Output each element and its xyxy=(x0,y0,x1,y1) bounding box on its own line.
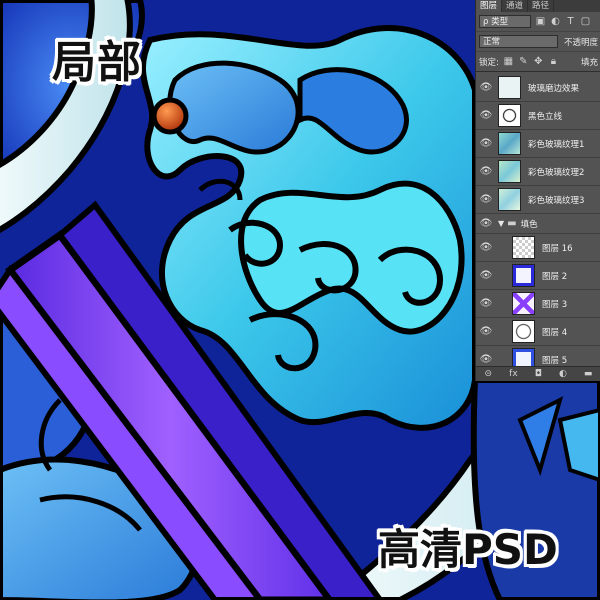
eye-icon[interactable]: 👁︎ xyxy=(476,166,496,177)
filter-row: ρ 类型 ▣ ◐ T ▢ xyxy=(476,12,600,32)
panel-tabs: 图层 通道 路径 xyxy=(476,0,600,12)
layer-row[interactable]: 👁︎ 图层 5 xyxy=(476,346,600,367)
adjustment-filter-icon[interactable]: ◐ xyxy=(550,16,561,27)
layer-name: 彩色玻璃纹理3 xyxy=(528,195,585,206)
layer-row[interactable]: 👁︎ 彩色玻璃纹理1 xyxy=(476,130,600,158)
layer-row[interactable]: 👁︎ 黑色立线 xyxy=(476,102,600,130)
layer-thumbnail xyxy=(498,76,521,99)
lock-row: 锁定: ▦ ✎ ✥ 🔒︎ 填充 xyxy=(476,52,600,72)
eye-icon[interactable]: 👁︎ xyxy=(476,138,496,149)
layer-thumbnail xyxy=(512,264,535,287)
layer-thumbnail xyxy=(498,104,521,127)
link-icon[interactable]: ⊝ xyxy=(485,369,493,379)
adjustment-icon[interactable]: ◐ xyxy=(559,369,567,379)
layer-row[interactable]: 👁︎ 图层 3 xyxy=(476,290,600,318)
blend-mode-select[interactable]: 正常 xyxy=(479,35,558,48)
eye-icon[interactable]: 👁︎ xyxy=(476,326,496,337)
tab-layers[interactable]: 图层 xyxy=(476,0,503,12)
eye-icon[interactable]: 👁︎ xyxy=(476,242,496,253)
layer-row[interactable]: 👁︎ 玻璃磨边效果 xyxy=(476,74,600,102)
eye-icon[interactable]: 👁︎ xyxy=(476,298,496,309)
lock-pixels-icon[interactable]: ✎ xyxy=(518,56,529,67)
layer-thumbnail xyxy=(498,160,521,183)
layer-name: 彩色玻璃纹理2 xyxy=(528,167,585,178)
layer-thumbnail xyxy=(512,236,535,259)
eye-icon[interactable]: 👁︎ xyxy=(476,82,496,93)
stained-glass-artwork: 局部 高清PSD 图层 通道 路径 ρ 类型 ▣ ◐ T ▢ 正常 不透明度 锁… xyxy=(0,0,600,600)
panel-footer: ⊝ fx ◘ ◐ ▬ xyxy=(476,366,600,381)
layer-row[interactable]: 👁︎ 图层 2 xyxy=(476,262,600,290)
opacity-label: 不透明度 xyxy=(563,37,598,48)
layer-thumbnail xyxy=(498,132,521,155)
layer-row[interactable]: 👁︎ 彩色玻璃纹理3 xyxy=(476,186,600,214)
layer-thumbnail xyxy=(512,320,535,343)
eye-icon[interactable]: 👁︎ xyxy=(476,270,496,281)
lock-all-icon[interactable]: 🔒︎ xyxy=(548,56,559,67)
local-detail-label: 局部 xyxy=(52,37,142,88)
new-group-icon[interactable]: ▬ xyxy=(584,369,593,379)
hd-psd-label: 高清PSD xyxy=(378,525,558,574)
group-name: 填色 xyxy=(520,219,538,230)
image-filter-icon[interactable]: ▣ xyxy=(535,16,546,27)
layer-thumbnail xyxy=(498,188,521,211)
layers-panel: 图层 通道 路径 ρ 类型 ▣ ◐ T ▢ 正常 不透明度 锁定: ▦ ✎ ✥ … xyxy=(475,0,600,381)
tab-channels[interactable]: 通道 xyxy=(502,0,529,12)
eye-icon[interactable]: 👁︎ xyxy=(476,110,496,121)
layers-list: 👁︎ 玻璃磨边效果 👁︎ 黑色立线 👁︎ 彩色玻璃纹理1 👁︎ 彩色玻璃纹理2 xyxy=(476,74,600,367)
kind-filter-select[interactable]: ρ 类型 xyxy=(479,15,531,28)
mask-icon[interactable]: ◘ xyxy=(535,369,542,379)
layer-row[interactable]: 👁︎ 图层 4 xyxy=(476,318,600,346)
fx-icon[interactable]: fx xyxy=(509,369,518,379)
eye-icon[interactable]: 👁︎ xyxy=(476,354,496,365)
fill-label: 填充 xyxy=(580,57,598,68)
shape-filter-icon[interactable]: ▢ xyxy=(580,16,591,27)
expand-triangle-icon[interactable]: ▼ xyxy=(498,219,504,228)
layer-name: 图层 3 xyxy=(542,299,568,310)
layer-name: 图层 2 xyxy=(542,271,568,282)
layer-name: 图层 16 xyxy=(542,243,573,254)
layer-name: 玻璃磨边效果 xyxy=(528,83,580,94)
layer-name: 彩色玻璃纹理1 xyxy=(528,139,585,150)
layer-name: 黑色立线 xyxy=(528,111,563,122)
eye-icon[interactable]: 👁︎ xyxy=(476,194,496,205)
layer-row[interactable]: 👁︎ 彩色玻璃纹理2 xyxy=(476,158,600,186)
layer-group-row[interactable]: 👁︎ ▼ ▬ 填色 xyxy=(476,214,600,234)
lock-label: 锁定: xyxy=(479,57,499,68)
layer-name: 图层 4 xyxy=(542,327,568,338)
tab-paths[interactable]: 路径 xyxy=(528,0,555,12)
text-filter-icon[interactable]: T xyxy=(565,16,576,27)
lock-transparency-icon[interactable]: ▦ xyxy=(503,56,514,67)
layer-name: 图层 5 xyxy=(542,355,568,366)
layer-thumbnail xyxy=(512,348,535,367)
layer-row[interactable]: 👁︎ 图层 16 xyxy=(476,234,600,262)
layer-thumbnail xyxy=(512,292,535,315)
blend-row: 正常 不透明度 xyxy=(476,32,600,52)
folder-icon: ▬ xyxy=(507,218,517,229)
eye-icon[interactable]: 👁︎ xyxy=(476,218,496,229)
lock-position-icon[interactable]: ✥ xyxy=(533,56,544,67)
